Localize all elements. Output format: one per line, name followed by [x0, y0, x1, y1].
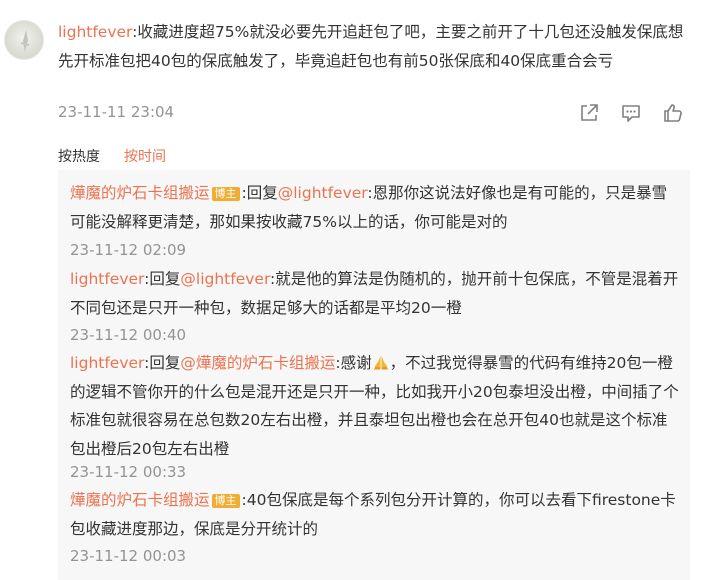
reply-list: 燁魔的炉石卡组搬运 博主:回复@lightfever:恩那你这说法好像也是有可能的… — [58, 170, 690, 580]
reply-prefix: :回复 — [144, 354, 181, 372]
reply-item: lightfever:回复@燁魔的炉石卡组搬运:感谢 ，不过我觉得暴雪的代码有维… — [70, 349, 682, 463]
reply-item: lightfever:回复@lightfever:就是他的算法是伪随机的，抛开前… — [70, 265, 682, 322]
reply-mention[interactable]: @燁魔的炉石卡组搬运 — [180, 354, 335, 372]
reply-timestamp: 23-11-12 00:33 — [70, 463, 187, 481]
like-icon[interactable] — [662, 102, 684, 124]
reply-timestamp: 23-11-12 00:03 — [70, 547, 187, 565]
sort-by-hot[interactable]: 按热度 — [58, 146, 100, 166]
avatar-image — [20, 30, 30, 52]
reply-timestamp: 23-11-12 02:09 — [70, 241, 187, 259]
author-badge: 博主 — [211, 187, 240, 201]
reply-username[interactable]: 燁魔的炉石卡组搬运 — [70, 184, 210, 202]
comment-text: :收藏进度超75%就没必要先开追赶包了吧，主要之前开了十几包还没触发保底想先开标… — [58, 23, 684, 70]
avatar[interactable] — [4, 20, 44, 60]
share-icon[interactable] — [578, 102, 600, 124]
reply-username[interactable]: lightfever — [70, 270, 144, 288]
reply-username[interactable]: lightfever — [70, 354, 144, 372]
comment-actions — [578, 102, 684, 124]
comment-username[interactable]: lightfever — [58, 23, 132, 41]
comment-body: lightfever:收藏进度超75%就没必要先开追赶包了吧，主要之前开了十几包… — [58, 18, 688, 75]
pray-emoji — [373, 356, 388, 370]
reply-item: 燁魔的炉石卡组搬运 博主:40包保底是每个系列包分开计算的，你可以去看下fires… — [70, 486, 682, 543]
reply-username[interactable]: 燁魔的炉石卡组搬运 — [70, 491, 210, 509]
author-badge: 博主 — [211, 494, 240, 508]
reply-prefix: :回复 — [241, 184, 278, 202]
sort-by-time[interactable]: 按时间 — [124, 146, 166, 166]
comment-timestamp: 23-11-11 23:04 — [58, 103, 175, 121]
reply-text-a: :感谢 — [335, 354, 372, 372]
reply-mention[interactable]: @lightfever — [180, 270, 270, 288]
comment-icon[interactable] — [620, 102, 642, 124]
reply-timestamp: 23-11-12 00:40 — [70, 326, 187, 344]
reply-mention[interactable]: @lightfever — [278, 184, 368, 202]
sort-tabs: 按热度 按时间 — [58, 146, 166, 166]
reply-item: 燁魔的炉石卡组搬运 博主:回复@lightfever:恩那你这说法好像也是有可能的… — [70, 179, 682, 236]
reply-prefix: :回复 — [144, 270, 181, 288]
